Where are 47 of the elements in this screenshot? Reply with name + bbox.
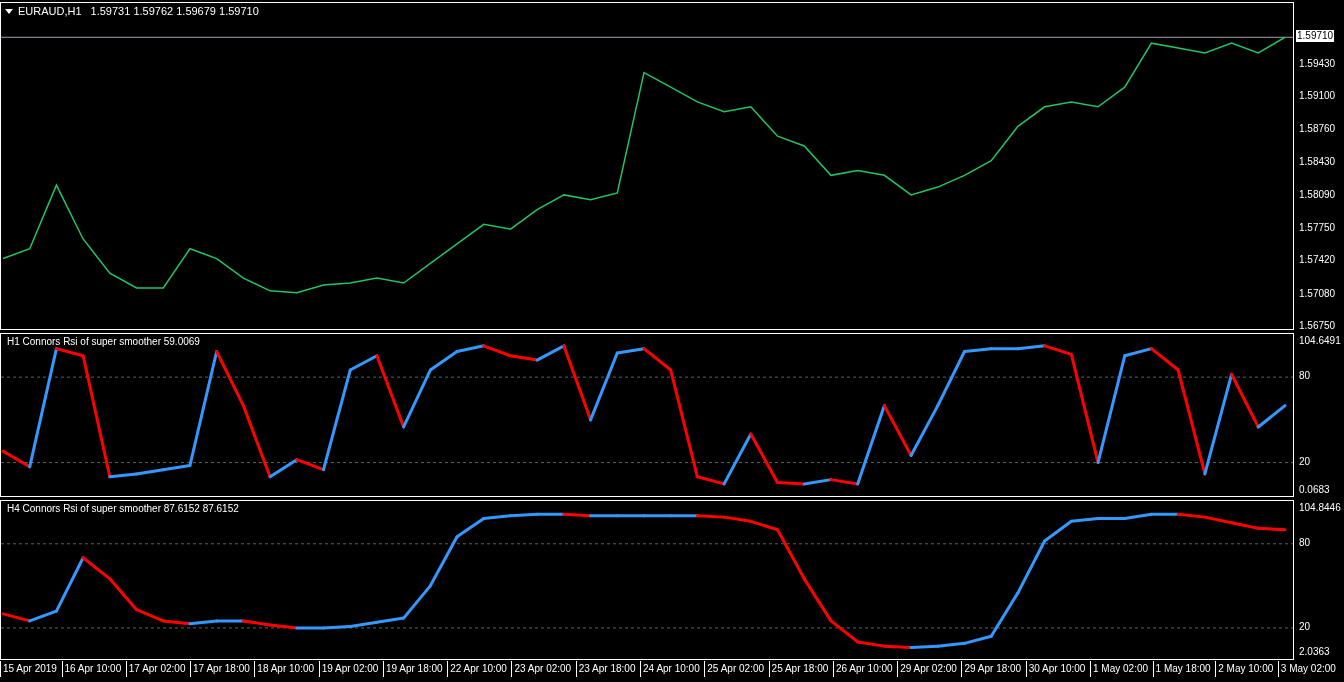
dropdown-icon[interactable] <box>5 9 13 14</box>
indicator-title: H4 Connors Rsi of super smoother 87.6152 87.6152 <box>7 503 239 515</box>
axis-label: 20 <box>1299 455 1311 468</box>
time-axis-label: 23 Apr 02:00 <box>511 661 572 677</box>
axis-label: 2.0363 <box>1299 646 1330 659</box>
time-axis-label: 19 Apr 02:00 <box>318 661 379 677</box>
time-axis-label: 19 Apr 18:00 <box>382 661 443 677</box>
time-axis-label: 25 Apr 18:00 <box>768 661 829 677</box>
axis-label: 104.6491 <box>1299 335 1341 348</box>
axis-label: 1.57750 <box>1299 222 1336 235</box>
time-axis-label: 2 May 10:00 <box>1215 661 1274 677</box>
time-axis-label: 15 Apr 2019 <box>0 661 57 677</box>
time-axis-label: 16 Apr 10:00 <box>61 661 122 677</box>
time-axis-label: 30 Apr 10:00 <box>1025 661 1086 677</box>
axis-label: 80 <box>1299 370 1311 383</box>
indicator-title: H1 Connors Rsi of super smoother 59.0069 <box>7 336 200 348</box>
time-axis-label: 22 Apr 10:00 <box>447 661 507 677</box>
time-axis-label: 25 Apr 02:00 <box>704 661 765 677</box>
time-axis-label: 29 Apr 02:00 <box>897 661 957 677</box>
axis-label: 1.59430 <box>1299 57 1336 70</box>
indicator-line-segment <box>1 612 32 623</box>
symbol-label: EURAUD,H1 <box>18 5 82 18</box>
axis-label: 80 <box>1299 536 1311 549</box>
axis-label: 1.58760 <box>1299 123 1336 136</box>
time-axis-label: 17 Apr 18:00 <box>190 661 250 677</box>
time-axis-label: 1 May 18:00 <box>1152 661 1211 677</box>
axis-label: 1.59100 <box>1299 90 1336 102</box>
indicator-line-segment <box>909 404 940 457</box>
axis-label: 104.8446 <box>1299 501 1341 514</box>
axis-label: 1.58430 <box>1299 155 1336 168</box>
axis-label: 1.57420 <box>1299 254 1336 267</box>
current-price-label: 1.59710 <box>1296 30 1335 43</box>
axis-label: 20 <box>1299 620 1311 633</box>
time-axis-label: 1 May 02:00 <box>1090 661 1149 677</box>
time-axis-label: 29 Apr 18:00 <box>961 661 1022 677</box>
time-axis-label: 3 May 02:00 <box>1277 661 1336 677</box>
time-axis-label: 26 Apr 10:00 <box>832 661 893 677</box>
time-axis-label: 17 Apr 02:00 <box>125 661 186 677</box>
axis-label: 1.58090 <box>1299 188 1336 201</box>
quote-values: 1.59731 1.59762 1.59679 1.59710 <box>90 5 259 18</box>
time-axis-label: 24 Apr 10:00 <box>640 661 700 677</box>
indicator-line-segment <box>1203 515 1234 525</box>
time-axis-label: 18 Apr 10:00 <box>254 661 315 677</box>
axis-label: 0.0683 <box>1299 483 1330 496</box>
axis-label: 1.57080 <box>1299 287 1336 300</box>
axis-label: 1.56750 <box>1299 320 1336 333</box>
time-axis-label: 23 Apr 18:00 <box>575 661 636 677</box>
